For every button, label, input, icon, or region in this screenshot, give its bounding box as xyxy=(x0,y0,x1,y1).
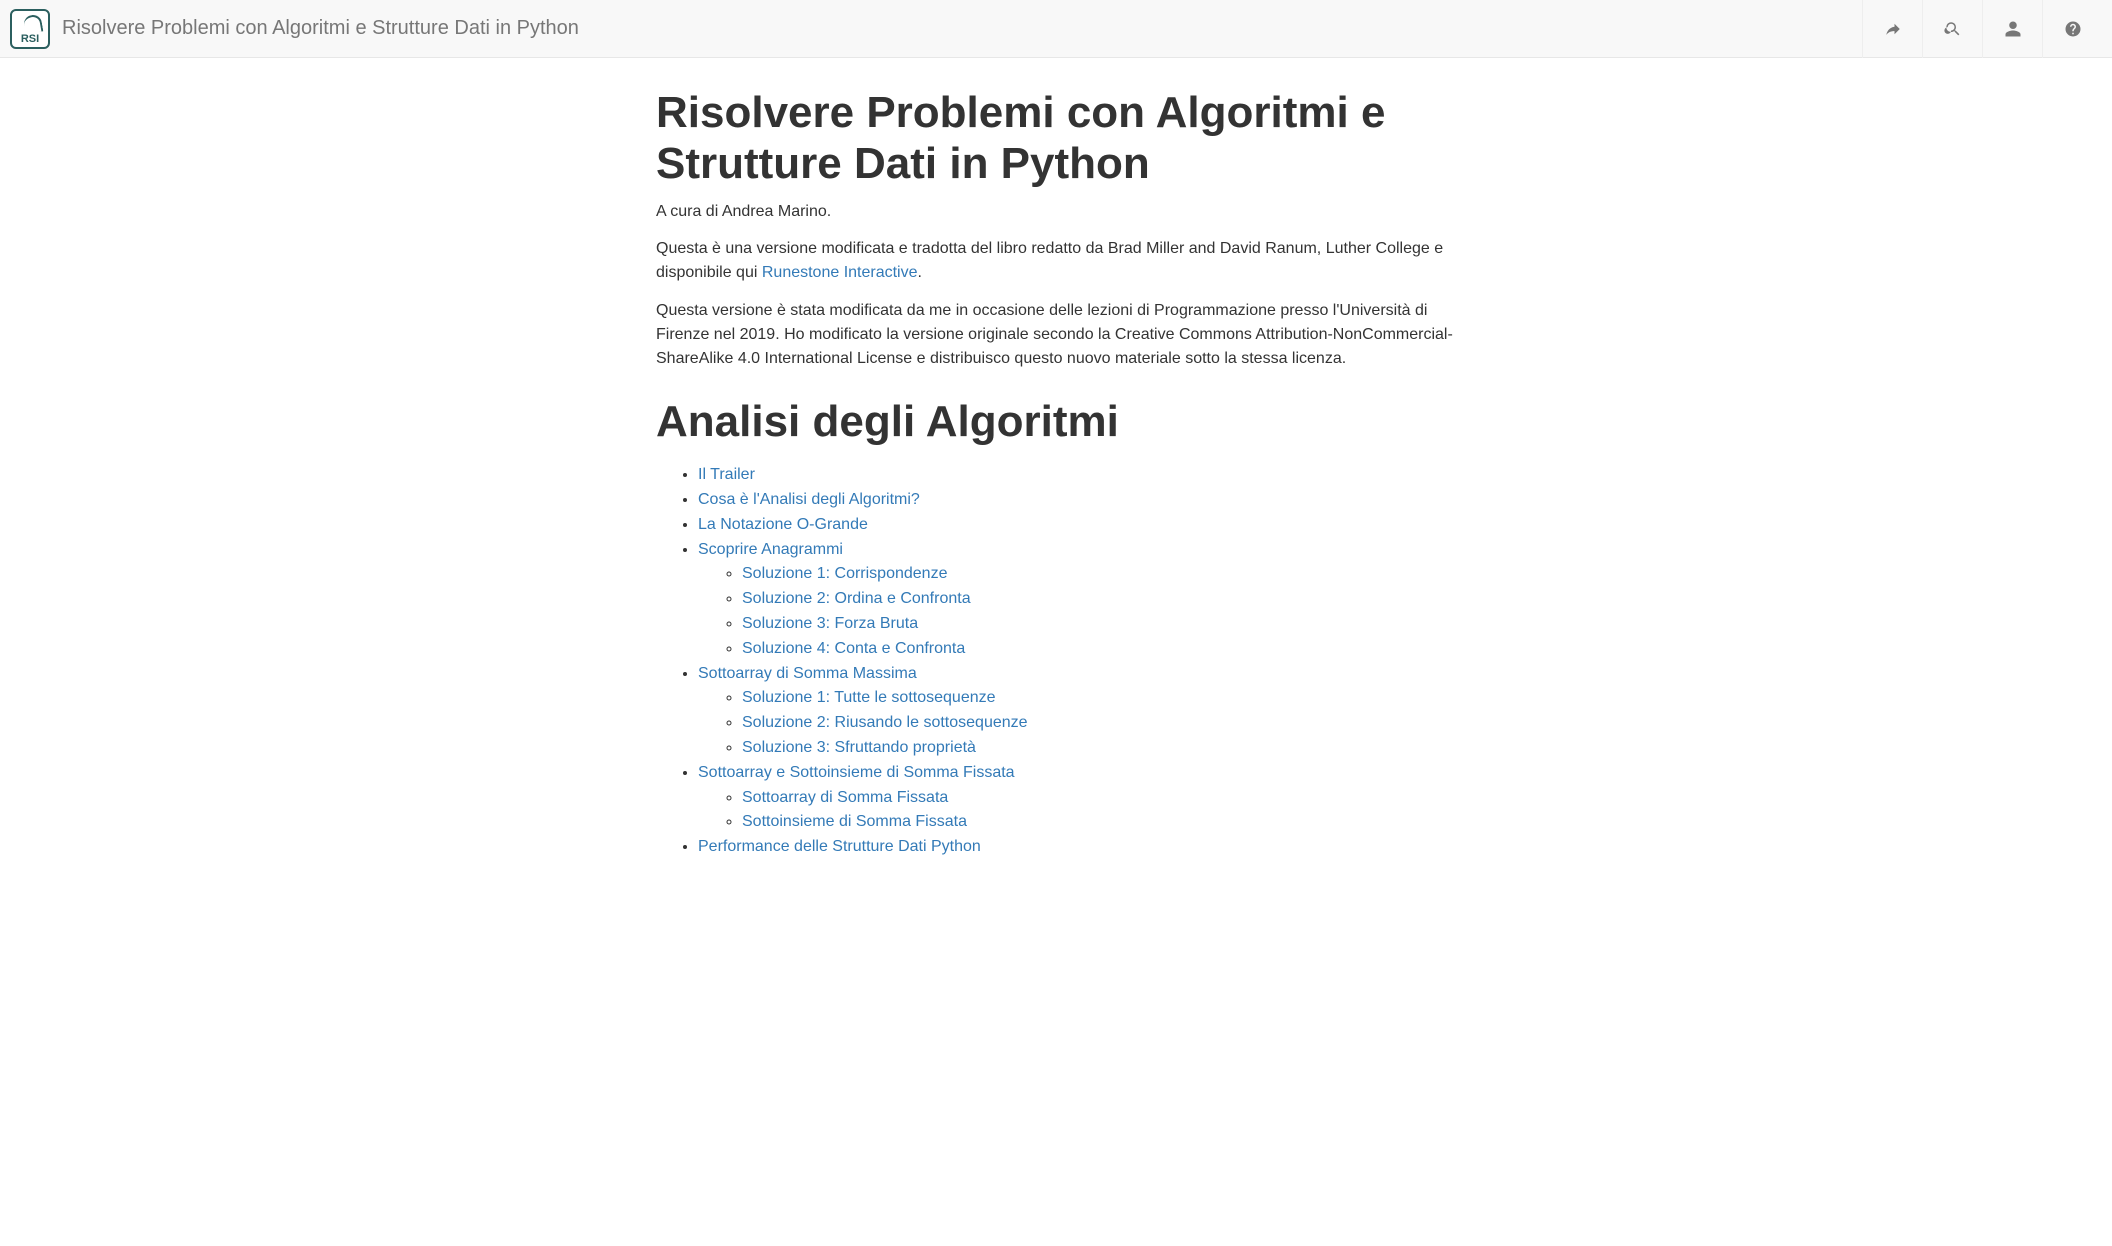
logo-text: RSI xyxy=(21,34,39,45)
toc-item: Soluzione 1: Corrispondenze xyxy=(742,562,1456,587)
navbar-title: Risolvere Problemi con Algoritmi e Strut… xyxy=(62,17,579,40)
runestone-link[interactable]: Runestone Interactive xyxy=(762,264,918,281)
toc-sublist: Soluzione 1: Corrispondenze Soluzione 2: … xyxy=(698,562,1456,661)
toc-item: Soluzione 2: Riusando le sottosequenze xyxy=(742,711,1456,736)
user-icon xyxy=(2004,20,2022,38)
search-button[interactable] xyxy=(1922,0,1982,58)
toc-link[interactable]: La Notazione O-Grande xyxy=(698,516,868,533)
toc-item: Soluzione 3: Sfruttando proprietà xyxy=(742,736,1456,761)
share-icon xyxy=(1884,20,1902,38)
toc-item: Sottoinsieme di Somma Fissata xyxy=(742,810,1456,835)
share-button[interactable] xyxy=(1862,0,1922,58)
table-of-contents: Il Trailer Cosa è l'Analisi degli Algorit… xyxy=(656,463,1456,860)
toc-item: Soluzione 2: Ordina e Confronta xyxy=(742,587,1456,612)
toc-item: Sottoarray di Somma Fissata xyxy=(742,786,1456,811)
navbar-actions xyxy=(1862,0,2102,58)
toc-item: Soluzione 3: Forza Bruta xyxy=(742,612,1456,637)
toc-item: Scoprire Anagrammi Soluzione 1: Corrispon… xyxy=(698,538,1456,662)
user-button[interactable] xyxy=(1982,0,2042,58)
toc-link[interactable]: Scoprire Anagrammi xyxy=(698,541,843,558)
byline: A cura di Andrea Marino. xyxy=(656,203,1456,221)
intro-text-end: . xyxy=(918,264,922,281)
toc-link[interactable]: Soluzione 3: Sfruttando proprietà xyxy=(742,739,976,756)
toc-item: Soluzione 1: Tutte le sottosequenze xyxy=(742,686,1456,711)
toc-link[interactable]: Performance delle Strutture Dati Python xyxy=(698,838,981,855)
toc-link[interactable]: Sottoarray e Sottoinsieme di Somma Fissa… xyxy=(698,764,1015,781)
logo-icon: RSI xyxy=(10,9,50,49)
toc-link[interactable]: Cosa è l'Analisi degli Algoritmi? xyxy=(698,491,920,508)
help-button[interactable] xyxy=(2042,0,2102,58)
help-icon xyxy=(2064,20,2082,38)
toc-link[interactable]: Soluzione 1: Tutte le sottosequenze xyxy=(742,689,996,706)
toc-link[interactable]: Il Trailer xyxy=(698,466,755,483)
toc-link[interactable]: Sottoinsieme di Somma Fissata xyxy=(742,813,967,830)
toc-sublist: Soluzione 1: Tutte le sottosequenze Soluz… xyxy=(698,686,1456,760)
toc-item: Il Trailer xyxy=(698,463,1456,488)
search-icon xyxy=(1944,20,1962,38)
page-title: Risolvere Problemi con Algoritmi e Strut… xyxy=(656,88,1456,189)
navbar-brand[interactable]: RSI Risolvere Problemi con Algoritmi e S… xyxy=(10,9,579,49)
intro-paragraph-2: Questa versione è stata modificata da me… xyxy=(656,299,1456,371)
main-content: Risolvere Problemi con Algoritmi e Strut… xyxy=(646,58,1466,900)
toc-item: Sottoarray di Somma Massima Soluzione 1: … xyxy=(698,662,1456,761)
toc-link[interactable]: Sottoarray di Somma Massima xyxy=(698,665,917,682)
intro-paragraph-1: Questa è una versione modificata e trado… xyxy=(656,237,1456,285)
toc-link[interactable]: Soluzione 4: Conta e Confronta xyxy=(742,640,965,657)
intro-section: Questa è una versione modificata e trado… xyxy=(656,237,1456,371)
toc-link[interactable]: Soluzione 3: Forza Bruta xyxy=(742,615,918,632)
toc-item: Performance delle Strutture Dati Python xyxy=(698,835,1456,860)
toc-sublist: Sottoarray di Somma Fissata Sottoinsieme … xyxy=(698,786,1456,836)
toc-link[interactable]: Soluzione 2: Ordina e Confronta xyxy=(742,590,971,607)
toc-link[interactable]: Soluzione 1: Corrispondenze xyxy=(742,565,947,582)
toc-link[interactable]: Sottoarray di Somma Fissata xyxy=(742,789,948,806)
toc-item: La Notazione O-Grande xyxy=(698,513,1456,538)
section-title: Analisi degli Algoritmi xyxy=(656,397,1456,447)
toc-item: Cosa è l'Analisi degli Algoritmi? xyxy=(698,488,1456,513)
navbar: RSI Risolvere Problemi con Algoritmi e S… xyxy=(0,0,2112,58)
toc-item: Soluzione 4: Conta e Confronta xyxy=(742,637,1456,662)
toc-link[interactable]: Soluzione 2: Riusando le sottosequenze xyxy=(742,714,1028,731)
toc-item: Sottoarray e Sottoinsieme di Somma Fissa… xyxy=(698,761,1456,835)
